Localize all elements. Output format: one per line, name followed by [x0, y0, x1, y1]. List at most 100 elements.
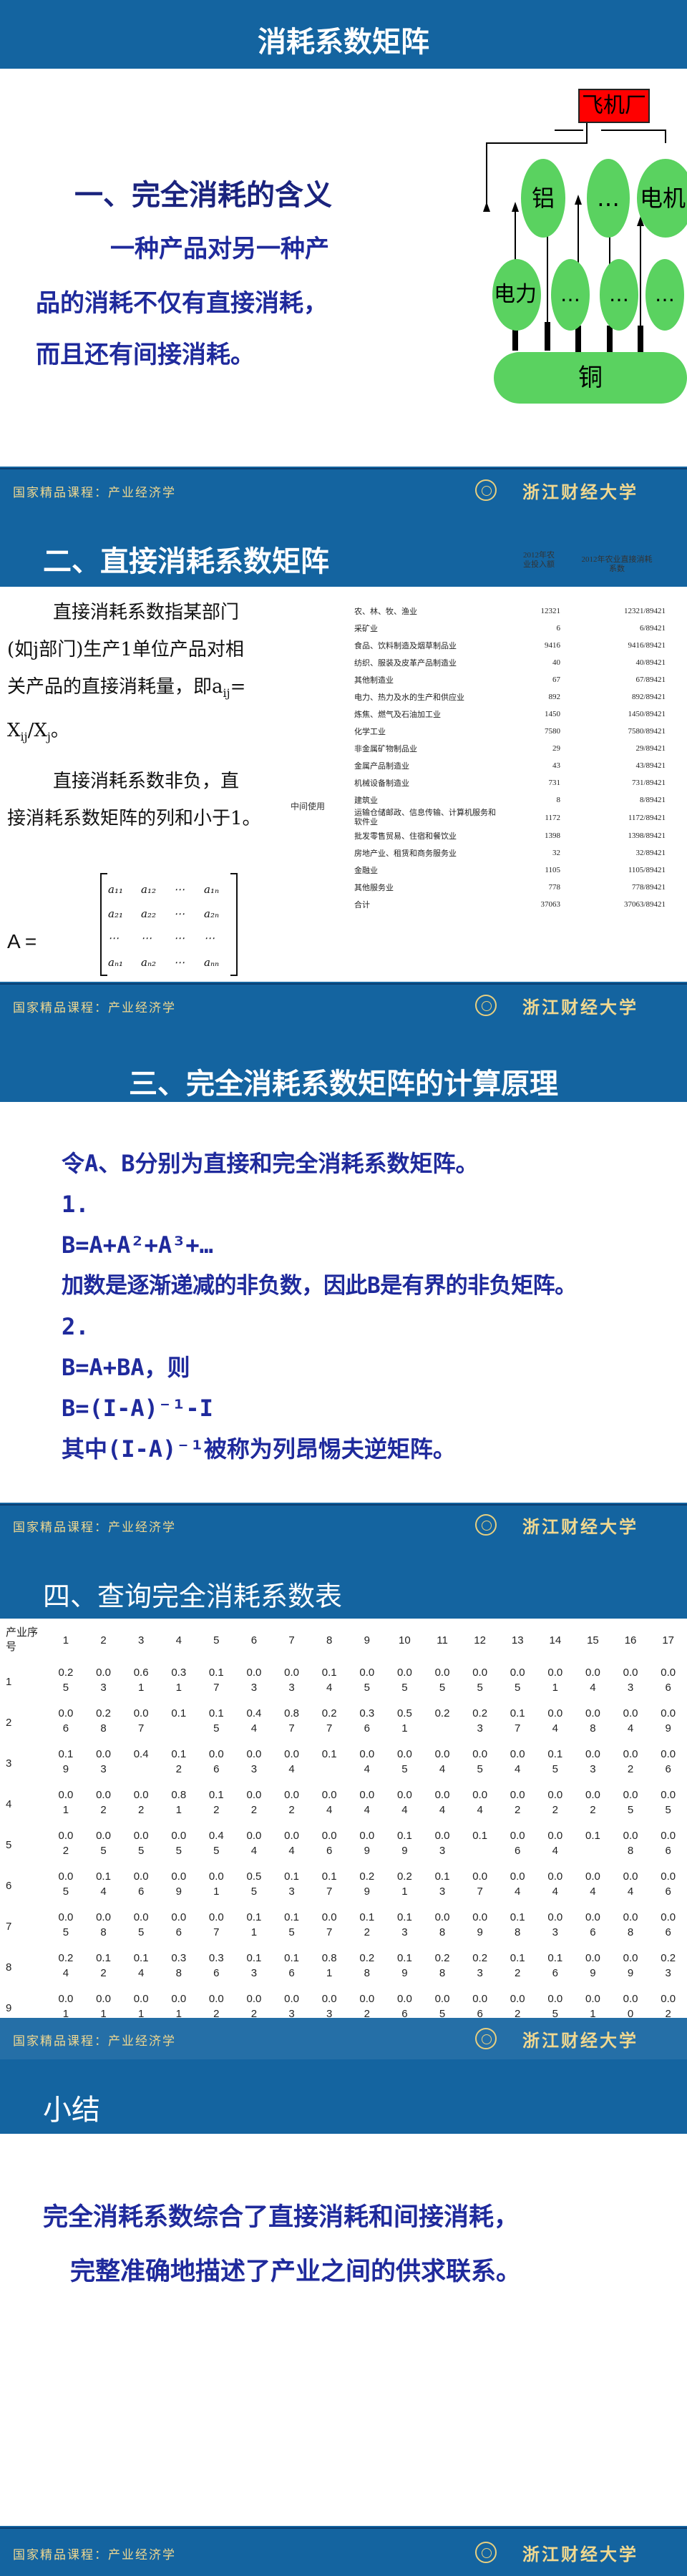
slide-title: 消耗系数矩阵	[258, 26, 429, 59]
coef-cell: 0.6 1	[122, 1662, 160, 1702]
coef-cell: 0.0 4	[574, 1662, 612, 1702]
coef-cell-line: 4	[326, 1682, 333, 1694]
coef-cell: 0.0 4	[499, 1865, 537, 1906]
coef-cell-line: 0.0	[472, 1993, 488, 2005]
coef-cell-line: 2	[213, 1804, 220, 1816]
coef-cell: 0.0 5	[649, 1784, 687, 1825]
coef-cell: 0.0 6	[160, 1906, 198, 1947]
matrix-cell: aₙ₂	[141, 956, 157, 969]
coef-cell-line: 3	[288, 1885, 295, 1898]
node-aluminum: 铝	[521, 159, 565, 238]
coef-cell-line: 2	[364, 1926, 370, 1938]
coef-cell-line: 0.2	[472, 1952, 488, 1964]
coef-cell-line: 0.0	[133, 1911, 149, 1923]
input-value-cell: 892	[548, 693, 561, 701]
footer-course: 国家精品课程：产业经济学	[13, 1521, 176, 1535]
coef-cell-line: 1	[213, 1885, 220, 1898]
industry-row: 其他制造业 67 67/89421	[354, 671, 666, 688]
industry-row: 建筑业 8 8/89421	[354, 791, 666, 809]
coef-cell-line: 9	[401, 1967, 408, 1979]
industry-name-cell: 非金属矿物制品业	[354, 745, 417, 753]
coef-cell-line: 0.1	[208, 1707, 224, 1719]
coef-cell-line: 3	[250, 1682, 258, 1694]
coef-cell-line: 2	[175, 1763, 182, 1775]
coef-cell: 0.1 5	[273, 1906, 311, 1947]
coef-cell-line: 0.2	[359, 1870, 375, 1883]
coef-cell-line: 5	[137, 1926, 145, 1938]
coef-cell-line: 2	[62, 1845, 69, 1857]
industry-row: 炼焦、燃气及石油加工业 1450 1450/89421	[354, 706, 666, 723]
summary-line-1: 完全消耗系数综合了直接消耗和间接消耗，	[43, 2202, 520, 2232]
coef-cell: 0.1 3	[424, 1865, 462, 1906]
factory-node: 飞机厂	[578, 89, 650, 123]
coef-cell-line: 5	[401, 1682, 408, 1694]
coef-cell-line: 0.1	[171, 1748, 187, 1760]
coef-cell-line: 0.2	[96, 1707, 111, 1719]
industry-row: 批发零售贸易、住宿和餐饮业 1398 1398/89421	[354, 827, 666, 844]
coef-cell: 8/89421	[639, 796, 666, 804]
input-value-cell: 8	[556, 796, 561, 804]
coef-cell: 0.0 5	[122, 1825, 160, 1865]
matrix-cell: a₁ₙ	[204, 883, 220, 896]
coef-cell: 0.2 3	[461, 1702, 499, 1743]
coef-cell-line: 0.0	[547, 1911, 563, 1923]
coef-cell-line: 0.0	[661, 1748, 676, 1760]
coef-cell: 1450/89421	[628, 710, 666, 718]
coef-cell-line: 0.5	[246, 1870, 262, 1883]
aij-subscript: ij	[223, 686, 230, 701]
col-header: 10	[399, 1634, 411, 1646]
col-header: 17	[662, 1634, 675, 1646]
coef-row: 6 0.0 5 0.1 4 0.0 6 0.0 9 0.0 1 0.5 5 0.1 3 0.1 7 0.2 9 0.2…	[0, 1865, 687, 1906]
section-heading-2: 二、直接消耗系数矩阵	[43, 545, 329, 578]
matrix-cell: ⋯	[141, 932, 152, 945]
coef-cell: 0.0 8	[424, 1906, 462, 1947]
industry-row: 其他服务业 778 778/89421	[354, 879, 666, 896]
coef-cell-line: 8	[364, 1967, 370, 1979]
coef-cell-line: 0.0	[472, 1667, 488, 1679]
coef-cell: 0.0 5	[47, 1906, 85, 1947]
coef-cell-line: 1	[137, 1682, 145, 1694]
coef-cell: 0.1 9	[47, 1743, 85, 1784]
col-header: 14	[549, 1634, 562, 1646]
coef-cell: 0.0 4	[537, 1865, 575, 1906]
col-header: 7	[288, 1634, 295, 1646]
section-band-5	[0, 2059, 687, 2134]
matrix-cell: ⋯	[108, 932, 119, 945]
coef-cell-line: 0.0	[510, 1789, 525, 1801]
coef-cell-line: 4	[477, 1804, 483, 1816]
coef-cell-line: 4	[552, 1885, 558, 1898]
coef-cell: 0.0 9	[461, 1906, 499, 1947]
industry-row: 合计 37063 37063/89421	[354, 896, 666, 913]
coef-cell: 892/89421	[631, 693, 666, 701]
coef-cell-line: 0.1	[246, 1911, 262, 1923]
coef-cell-line: 1	[175, 1804, 182, 1816]
coef-cell-line: 0.1	[434, 1870, 450, 1883]
para1-line4: Xij/Xj。	[7, 712, 344, 756]
coef-cell: 0.0 5	[386, 1662, 424, 1702]
industry-name-cell: 其他服务业	[354, 884, 394, 892]
principle-line: B=A+A²+A³+…	[62, 1231, 213, 1259]
coef-cell: 731/89421	[631, 779, 666, 787]
coef-cell-line: 0.0	[472, 1911, 488, 1923]
coef-cell: 0.0 2	[499, 1784, 537, 1825]
coef-cell-line: 6	[288, 1967, 295, 1979]
coef-cell-line: 5	[552, 1763, 558, 1775]
coef-cell-line: 0.0	[434, 1667, 450, 1679]
industry-name-cell: 建筑业	[354, 796, 378, 805]
coef-cell: 0.0 6	[574, 1906, 612, 1947]
coef-cell-line: 7	[326, 1885, 333, 1898]
coef-cell-line: 0.0	[96, 1789, 111, 1801]
coef-cell: 0.1 4	[122, 1947, 160, 1988]
coef-cell: 0.0 5	[386, 1743, 424, 1784]
coef-cell-line: 0.0	[547, 1870, 563, 1883]
coef-cell: 0.1 2	[499, 1947, 537, 1988]
node-low-ellipsis-2: …	[600, 259, 638, 331]
col-header: 12	[474, 1634, 486, 1646]
industry-row: 金属产品制造业 43 43/89421	[354, 757, 666, 774]
matrix-cell: ⋯	[174, 883, 185, 896]
coef-cell: 0.2 5	[47, 1662, 85, 1702]
coef-cell: 0.0 4	[273, 1825, 311, 1865]
coef-cell-line: 0.0	[623, 1952, 638, 1964]
coef-cell-line: 0.1	[208, 1789, 224, 1801]
coef-cell-line: 2	[627, 1763, 634, 1775]
